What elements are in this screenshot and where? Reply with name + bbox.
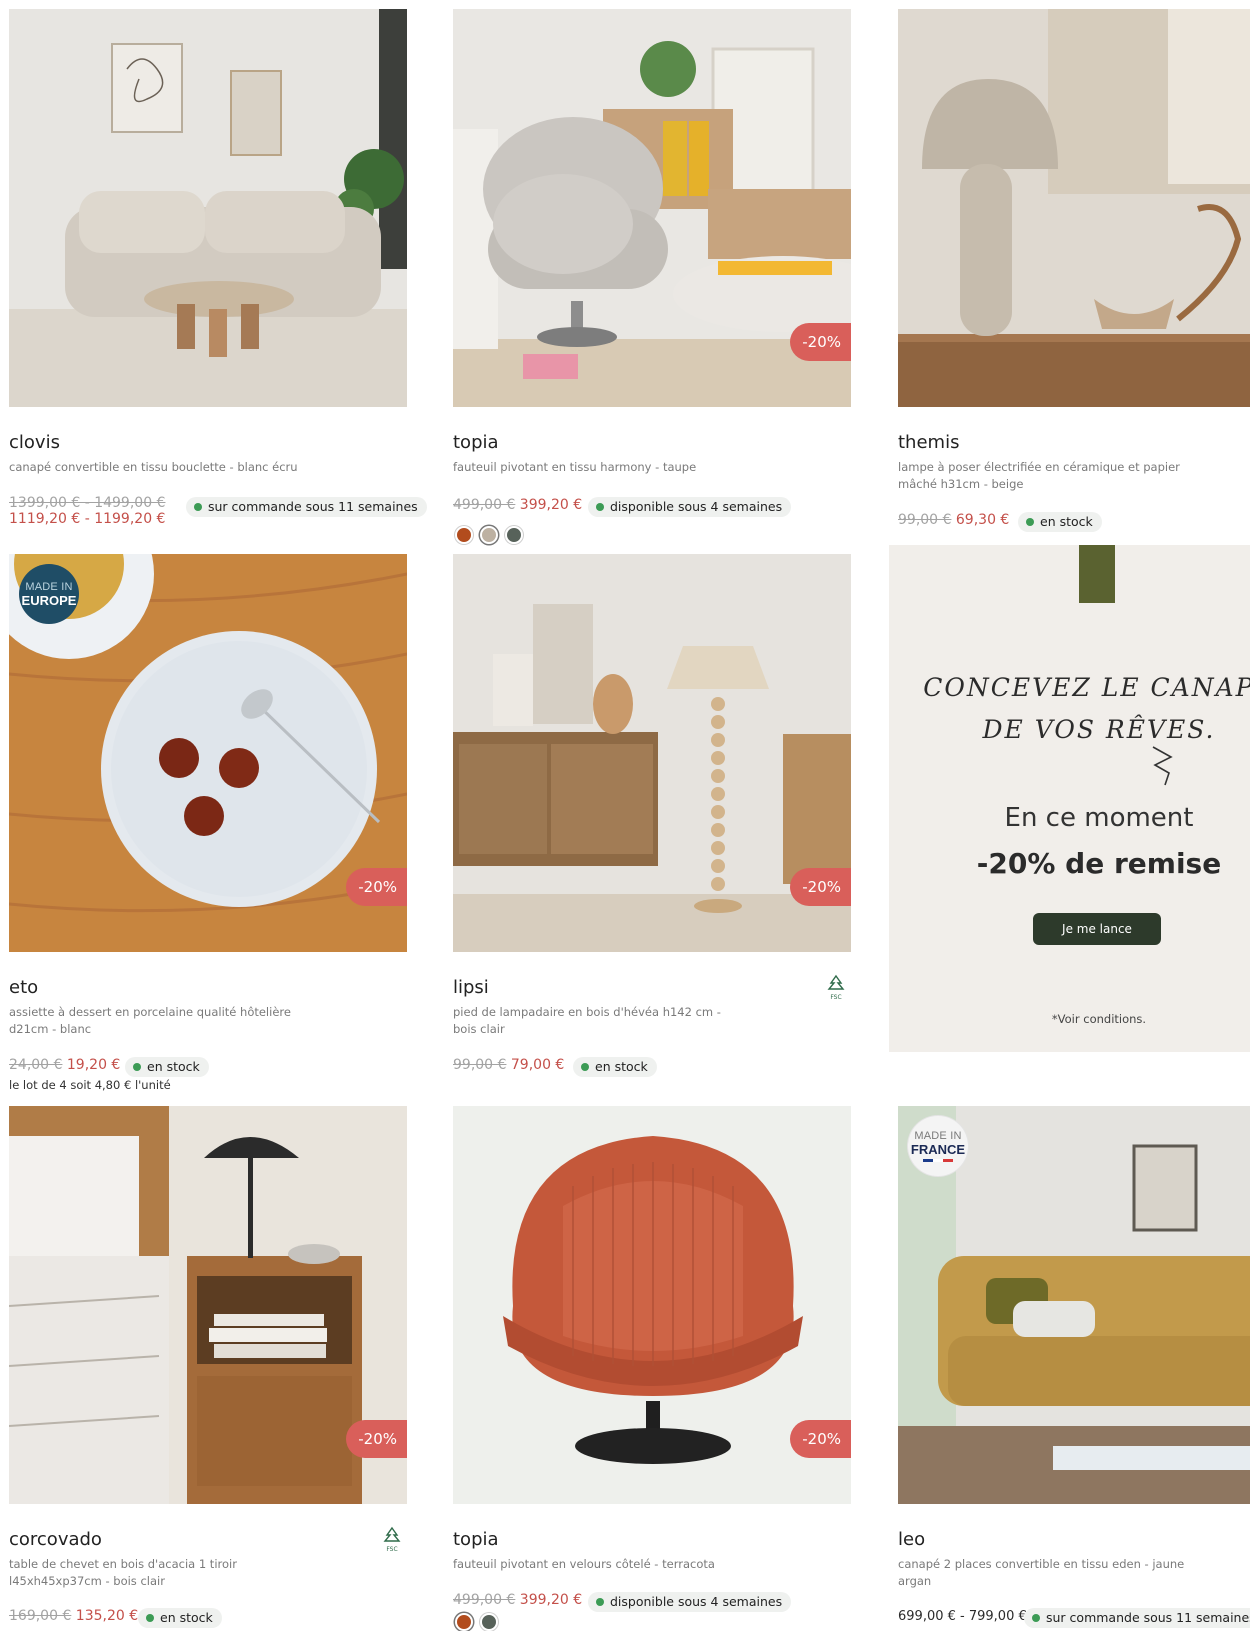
product-card[interactable]: clovis canapé convertible en tissu boucl… bbox=[9, 9, 427, 527]
old-price: 99,00 € bbox=[898, 512, 952, 528]
fsc-label: FSC bbox=[830, 994, 841, 1001]
product-image-topia-taupe[interactable]: -20% bbox=[453, 9, 851, 407]
price-block: 499,00 € 399,20 € bbox=[453, 497, 582, 513]
product-image-topia-terracota[interactable]: -20% bbox=[453, 1106, 851, 1504]
swatch-rust[interactable] bbox=[455, 526, 473, 544]
stock-badge: en stock bbox=[1018, 512, 1102, 532]
swatch-green[interactable] bbox=[480, 1613, 498, 1631]
price-block: 99,00 € 79,00 € bbox=[453, 1057, 564, 1073]
product-description: assiette à dessert en porcelaine qualité… bbox=[9, 1005, 291, 1036]
product-title[interactable]: themis bbox=[898, 432, 959, 453]
badge-line2: EUROPE bbox=[21, 592, 77, 608]
swatch-green[interactable] bbox=[505, 526, 523, 544]
sale-price: 19,20 € bbox=[66, 1057, 121, 1073]
unit-price: le lot de 4 soit 4,80 € l'unité bbox=[9, 1078, 171, 1092]
sale-price: 135,20 € bbox=[75, 1608, 139, 1624]
product-image-themis[interactable] bbox=[898, 9, 1250, 407]
product-description: fauteuil pivotant en tissu harmony - tau… bbox=[453, 460, 697, 474]
squiggle-icon bbox=[1152, 746, 1173, 786]
price: 699,00 € - 799,00 € bbox=[898, 1609, 1027, 1624]
fsc-label: FSC bbox=[386, 1546, 397, 1553]
product-card[interactable]: themis lampe à poser électrifiée en céra… bbox=[898, 9, 1250, 532]
tag-ribbon bbox=[1079, 545, 1115, 603]
color-swatches bbox=[455, 526, 523, 544]
product-title[interactable]: topia bbox=[453, 1529, 499, 1550]
old-price: 499,00 € bbox=[453, 497, 516, 513]
product-card[interactable]: MADE IN EUROPE -20% eto assiette à desse… bbox=[9, 554, 407, 1092]
sale-price: 399,20 € bbox=[519, 1592, 583, 1608]
discount-badge: -20% bbox=[790, 323, 851, 361]
product-image-eto[interactable]: MADE IN EUROPE -20% bbox=[9, 554, 407, 952]
sale-price: 1119,20 € - 1199,20 € bbox=[9, 511, 166, 527]
product-description: canapé convertible en tissu bouclette - … bbox=[9, 460, 298, 474]
sale-price: 69,30 € bbox=[955, 512, 1010, 528]
french-flag-icon bbox=[923, 1158, 953, 1162]
discount-badge: -20% bbox=[790, 1420, 851, 1458]
made-in-france-badge: MADE IN FRANCE bbox=[908, 1116, 968, 1176]
promo-conditions-link[interactable]: *Voir conditions. bbox=[889, 1012, 1250, 1026]
product-title[interactable]: lipsi bbox=[453, 977, 489, 998]
discount-badge: -20% bbox=[346, 1420, 407, 1458]
product-title[interactable]: leo bbox=[898, 1529, 925, 1550]
color-swatches bbox=[455, 1613, 498, 1631]
stock-badge: disponible sous 4 semaines bbox=[588, 497, 792, 517]
fsc-icon: FSC bbox=[383, 1526, 401, 1553]
discount-badge: -20% bbox=[790, 868, 851, 906]
badge-line1: MADE IN bbox=[914, 1129, 962, 1142]
stock-badge: disponible sous 4 semaines bbox=[588, 1592, 792, 1612]
made-in-europe-badge: MADE IN EUROPE bbox=[19, 564, 79, 624]
promo-handwritten-line2: DE VOS RÊVES. bbox=[982, 715, 1216, 744]
old-price: 24,00 € bbox=[9, 1057, 63, 1073]
old-price: 499,00 € bbox=[453, 1592, 516, 1608]
product-description: table de chevet en bois d'acacia 1 tiroi… bbox=[9, 1557, 237, 1588]
product-card[interactable]: -20% FSC lipsi pied de lampadaire en boi… bbox=[453, 554, 851, 1077]
product-description: pied de lampadaire en bois d'hévéa h142 … bbox=[453, 1005, 721, 1036]
product-card[interactable]: -20% FSC corcovado table de chevet en bo… bbox=[9, 1106, 407, 1628]
product-description: lampe à poser électrifiée en céramique e… bbox=[898, 460, 1180, 491]
product-card[interactable]: MADE IN FRANCE leo canapé 2 places conve… bbox=[898, 1106, 1250, 1628]
fsc-icon: FSC bbox=[827, 974, 845, 1001]
sale-price: 399,20 € bbox=[519, 497, 583, 513]
product-image-leo[interactable]: MADE IN FRANCE bbox=[898, 1106, 1250, 1504]
product-card[interactable]: -20% topia fauteuil pivotant en velours … bbox=[453, 1106, 851, 1631]
promo-subtitle: En ce moment bbox=[1004, 803, 1194, 833]
product-image-clovis[interactable] bbox=[9, 9, 407, 407]
sale-price: 79,00 € bbox=[510, 1057, 565, 1073]
price-block: 169,00 € 135,20 € bbox=[9, 1608, 138, 1624]
badge-line1: MADE IN bbox=[25, 580, 73, 593]
promo-banner[interactable]: CONCEVEZ LE CANAPÉ DE VOS RÊVES. En ce m… bbox=[889, 545, 1250, 1052]
stock-badge: en stock bbox=[125, 1057, 209, 1077]
stock-badge: sur commande sous 11 semaines bbox=[1024, 1608, 1250, 1628]
product-title[interactable]: clovis bbox=[9, 432, 60, 453]
old-price: 169,00 € bbox=[9, 1608, 72, 1624]
stock-badge: en stock bbox=[573, 1057, 657, 1077]
product-description: canapé 2 places convertible en tissu ede… bbox=[898, 1557, 1185, 1588]
price-block: 24,00 € 19,20 € bbox=[9, 1057, 120, 1073]
product-title[interactable]: corcovado bbox=[9, 1529, 102, 1550]
promo-cta-button[interactable]: Je me lance bbox=[1033, 913, 1161, 945]
price-block: 699,00 € - 799,00 € bbox=[898, 1608, 1027, 1625]
product-image-corcovado[interactable]: -20% bbox=[9, 1106, 407, 1504]
product-card[interactable]: -20% topia fauteuil pivotant en tissu ha… bbox=[453, 9, 851, 544]
promo-headline: -20% de remise bbox=[976, 847, 1222, 880]
swatch-taupe[interactable] bbox=[480, 526, 498, 544]
swatch-rust[interactable] bbox=[455, 1613, 473, 1631]
price-block: 99,00 € 69,30 € bbox=[898, 512, 1009, 528]
product-title[interactable]: eto bbox=[9, 977, 38, 998]
product-description: fauteuil pivotant en velours côtelé - te… bbox=[453, 1557, 715, 1571]
old-price: 99,00 € bbox=[453, 1057, 507, 1073]
stock-badge: en stock bbox=[138, 1608, 222, 1628]
badge-line2: FRANCE bbox=[910, 1141, 966, 1157]
price-block: 1399,00 € - 1499,00 € 1119,20 € - 1199,2… bbox=[9, 495, 165, 527]
discount-badge: -20% bbox=[346, 868, 407, 906]
product-title[interactable]: topia bbox=[453, 432, 499, 453]
promo-handwritten-line1: CONCEVEZ LE CANAPÉ bbox=[923, 673, 1250, 702]
stock-badge: sur commande sous 11 semaines bbox=[186, 497, 427, 517]
price-block: 499,00 € 399,20 € bbox=[453, 1592, 582, 1608]
product-image-lipsi[interactable]: -20% bbox=[453, 554, 851, 952]
old-price: 1399,00 € - 1499,00 € bbox=[9, 495, 166, 511]
